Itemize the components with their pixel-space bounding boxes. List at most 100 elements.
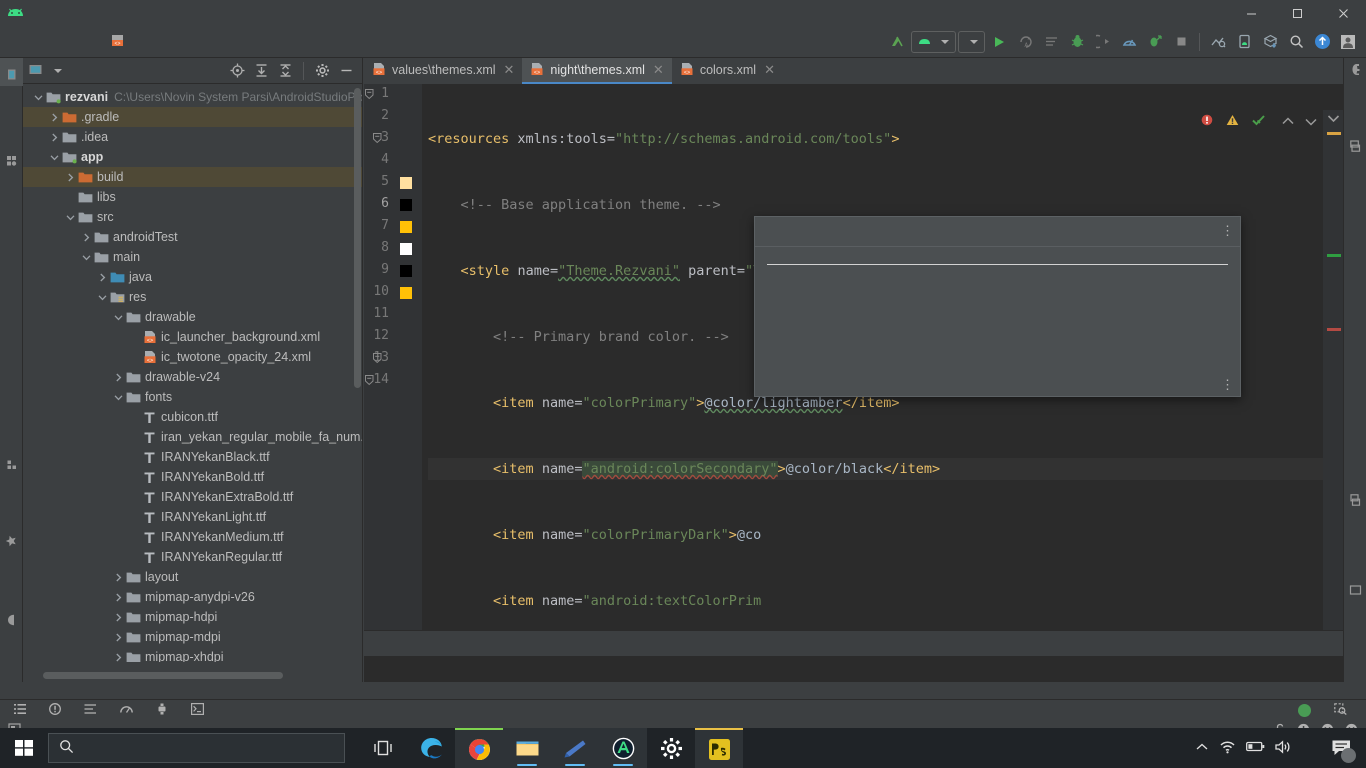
chevron-right-icon[interactable] [63,173,77,182]
inspection-popup[interactable]: ⋮ ⋮ [754,216,1241,397]
start-button[interactable] [0,728,48,768]
tree-row--gradle[interactable]: .gradle [23,107,362,127]
tree-row-cubicon-ttf[interactable]: cubicon.ttf [23,407,362,427]
gutter-line-13[interactable]: 13 [364,348,422,370]
tree-vertical-scrollbar[interactable] [354,88,361,388]
tree-row--idea[interactable]: .idea [23,127,362,147]
sidebar-item-build-variants[interactable] [0,604,23,631]
sidebar-item-emulator[interactable] [1344,488,1366,517]
sync-gradle-icon[interactable] [1258,30,1282,54]
tree-row-iran-yekan-regular-mobile-fa-num-[interactable]: iran_yekan_regular_mobile_fa_num. [23,427,362,447]
tree-row-drawable-v24[interactable]: drawable-v24 [23,367,362,387]
close-button[interactable] [1320,0,1366,26]
breadcrumb-themes-xml[interactable]: <> [108,32,131,52]
chevron-right-icon[interactable] [47,113,61,122]
settings-gear-icon[interactable] [312,61,332,81]
gutter-line-9[interactable]: 9 [364,260,422,282]
tree-row-ic-launcher-background-xml[interactable]: <> ic_launcher_background.xml [23,327,362,347]
gutter-line-10[interactable]: 10 [364,282,422,304]
menu-file[interactable] [30,10,48,16]
chevron-right-icon[interactable] [111,613,125,622]
breadcrumb-app[interactable] [28,40,34,44]
gutter-line-1[interactable]: 1 [364,84,422,106]
minimize-button[interactable] [1228,0,1274,26]
chevron-right-icon[interactable] [111,653,125,662]
color-swatch-gutter-icon[interactable] [400,243,412,255]
gutter-line-11[interactable]: 11 [364,304,422,326]
color-swatch-gutter-icon[interactable] [400,199,412,211]
gutter-line-12[interactable]: 12 [364,326,422,348]
editor-tabs[interactable]: <> values\themes.xml ✕ <> night\themes.xml ✕ <… [364,58,1343,84]
menu-vcs[interactable] [210,10,228,16]
close-icon[interactable]: ✕ [653,62,664,78]
make-project-icon[interactable] [885,30,909,54]
chevron-collapse-icon[interactable] [1327,112,1340,126]
chevron-down-icon[interactable] [111,393,125,402]
breadcrumb-main[interactable] [60,40,66,44]
tree-row-build[interactable]: build [23,167,362,187]
breadcrumb-res[interactable] [76,40,82,44]
inspection-markers-strip[interactable] [1323,110,1343,630]
avatar[interactable] [1336,30,1360,54]
breadcrumb-values-night[interactable] [92,40,98,44]
gutter-line-2[interactable]: 2 [364,106,422,128]
chevron-right-icon[interactable] [79,233,93,242]
chevron-down-icon[interactable] [31,93,45,102]
tree-row-androidtest[interactable]: androidTest [23,227,362,247]
tree-row-iranyekanbold-ttf[interactable]: IRANYekanBold.ttf [23,467,362,487]
tree-row-fonts[interactable]: fonts [23,387,362,407]
chevron-right-icon[interactable] [111,633,125,642]
tree-row-src[interactable]: src [23,207,362,227]
breadcrumb-src[interactable] [44,40,50,44]
color-swatch-gutter-icon[interactable] [400,265,412,277]
tree-row-mipmap-anydpi-v26[interactable]: mipmap-anydpi-v26 [23,587,362,607]
tree-row-rezvani[interactable]: rezvani C:\Users\Novin System Parsi\Andro… [23,87,362,107]
chevron-down-icon[interactable] [79,253,93,262]
tool-layout-inspector[interactable] [1334,703,1352,718]
tree-row-iranyekanlight-ttf[interactable]: IRANYekanLight.ttf [23,507,362,527]
chevron-down-icon[interactable] [47,153,61,162]
stop-button[interactable] [1169,30,1193,54]
sidebar-item-project[interactable] [0,58,23,86]
tree-row-iranyekanmedium-ttf[interactable]: IRANYekanMedium.ttf [23,527,362,547]
chevron-down-icon[interactable] [63,213,77,222]
code-fold-icon[interactable] [364,88,376,100]
device-selector[interactable] [958,30,985,53]
profiler-icon[interactable] [1117,30,1141,54]
tree-row-iranyekanregular-ttf[interactable]: IRANYekanRegular.ttf [23,547,362,567]
run-button[interactable] [987,30,1011,54]
editor-tab-night-themes-xml[interactable]: <> night\themes.xml ✕ [522,58,672,84]
tree-row-mipmap-hdpi[interactable]: mipmap-hdpi [23,607,362,627]
gutter-line-7[interactable]: 7 [364,216,422,238]
task-view-icon[interactable] [359,728,407,768]
menu-build[interactable] [156,10,174,16]
search-icon[interactable] [1284,30,1308,54]
tree-horizontal-scrollbar[interactable] [43,672,283,679]
close-icon[interactable]: ✕ [504,62,515,78]
hide-panel-icon[interactable] [336,61,356,81]
tree-row-libs[interactable]: libs [23,187,362,207]
color-swatch-gutter-icon[interactable] [400,177,412,189]
android-studio-icon[interactable] [599,728,647,768]
chevron-right-icon[interactable] [111,373,125,382]
menu-navigate[interactable] [84,10,102,16]
marker-error[interactable] [1327,328,1341,331]
menu-view[interactable] [66,10,84,16]
gutter-line-3[interactable]: 3 [364,128,422,150]
tree-row-layout[interactable]: layout [23,567,362,587]
gutter-line-5[interactable]: 5 [364,172,422,194]
sidebar-item-gradle[interactable] [1344,58,1366,86]
code-fold-icon[interactable] [372,352,384,364]
maximize-button[interactable] [1274,0,1320,26]
avd-manager-icon[interactable] [1232,30,1256,54]
volume-icon[interactable] [1275,739,1292,757]
sidebar-item-device-manager[interactable] [1344,134,1366,163]
tool-problems[interactable] [49,703,66,718]
tree-row-mipmap-xhdpi[interactable]: mipmap-xhdpi [23,647,362,662]
prev-highlight-icon[interactable] [1282,115,1294,129]
google-chrome-icon[interactable] [455,728,503,768]
tree-row-res[interactable]: res [23,287,362,307]
notifications-button[interactable] [1322,728,1360,768]
color-swatch-gutter-icon[interactable] [400,287,412,299]
menu-analyze[interactable] [120,10,138,16]
